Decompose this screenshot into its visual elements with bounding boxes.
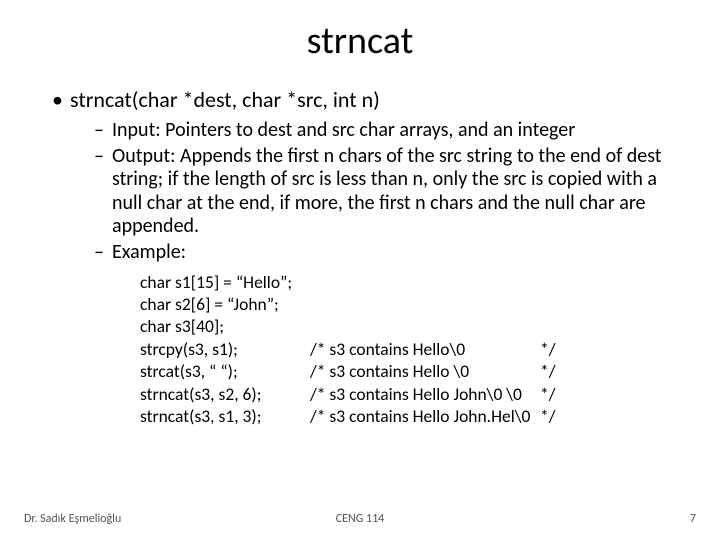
code-comment: /* s3 contains Hello\0: [310, 338, 540, 360]
bullet-input: Input: Pointers to dest and src char arr…: [94, 119, 684, 143]
bullet-output: Output: Appends the first n chars of the…: [94, 145, 684, 239]
code-line: char s1[15] = “Hello”;: [140, 271, 292, 293]
slide-title: strncat: [36, 18, 684, 64]
code-comment-end: */: [540, 405, 588, 427]
code-call: strncat(s3, s2, 6);: [140, 383, 310, 405]
code-comment-end: */: [540, 360, 588, 382]
footer-author: Dr. Sadık Eşmelioğlu: [24, 512, 121, 526]
code-block: char s1[15] = “Hello”; char s2[6] = “Joh…: [140, 271, 684, 428]
code-comment-end: */: [540, 338, 588, 360]
footer: Dr. Sadık Eşmelioğlu CENG 114 7: [0, 512, 720, 526]
code-line: char s2[6] = “John”;: [140, 293, 279, 315]
bullet-signature: strncat(char *dest, char *src, int n): [52, 86, 684, 113]
slide: strncat strncat(char *dest, char *src, i…: [0, 0, 720, 540]
footer-course: CENG 114: [336, 512, 385, 526]
code-call: strcpy(s3, s1);: [140, 338, 310, 360]
bullet-example: Example:: [94, 241, 684, 265]
page-number: 7: [690, 512, 696, 526]
code-comment: /* s3 contains Hello \0: [310, 360, 540, 382]
code-call: strncat(s3, s1, 3);: [140, 405, 310, 427]
code-line: char s3[40];: [140, 315, 224, 337]
code-comment: /* s3 contains Hello John.Hel\0: [310, 405, 540, 427]
code-call: strcat(s3, “ “);: [140, 360, 310, 382]
code-comment-end: */: [540, 383, 588, 405]
code-comment: /* s3 contains Hello John\0 \0: [310, 383, 540, 405]
